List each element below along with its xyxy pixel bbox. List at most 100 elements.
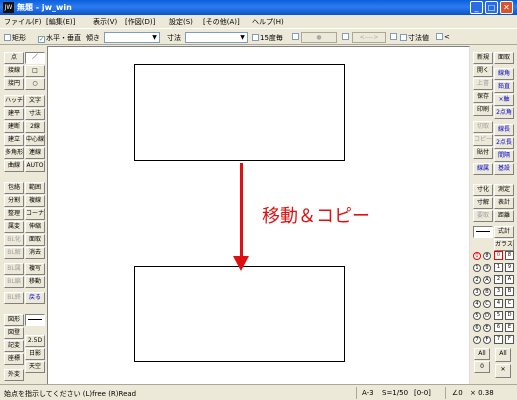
tool-plan[interactable]: 建平 xyxy=(4,108,24,120)
snap-button-1[interactable]: ● xyxy=(301,32,337,43)
line-sample[interactable] xyxy=(473,226,493,238)
group-x-button[interactable]: ✕ xyxy=(495,364,511,378)
menu-settings[interactable]: 設定(S) xyxy=(169,17,193,27)
btn-table-calc[interactable]: 表計 xyxy=(494,197,514,209)
rect-checkbox[interactable]: 矩形 xyxy=(4,33,26,43)
layer-4-circle[interactable]: 4 xyxy=(473,300,481,308)
layer-3-circle[interactable]: 3 xyxy=(473,288,481,296)
tool-cleanup[interactable]: 整理 xyxy=(4,208,24,220)
angle-indicator[interactable]: ∠0 xyxy=(452,389,463,397)
line-type-selector[interactable] xyxy=(25,314,45,326)
btn-save[interactable]: 保存 xyxy=(473,91,493,103)
tool-block-edit[interactable]: BL編 xyxy=(4,276,24,288)
tool-range[interactable]: 範囲 xyxy=(25,182,45,194)
tool-auto[interactable]: AUTO xyxy=(25,160,45,172)
layer-zero-button[interactable]: 0 xyxy=(474,361,490,373)
btn-spacing[interactable]: 間隔 xyxy=(494,150,514,162)
tool-offset[interactable]: 複線 xyxy=(25,195,45,207)
layer-b-square[interactable]: B xyxy=(505,287,514,296)
layer-0-circle[interactable]: 0 xyxy=(473,252,481,260)
layer-6-square[interactable]: 6 xyxy=(494,323,503,332)
lt-checkbox[interactable]: < xyxy=(436,33,450,41)
tool-point[interactable]: 点 xyxy=(4,52,24,64)
tool-dimension[interactable]: 寸法 xyxy=(25,108,45,120)
tool-2-5d[interactable]: 2.5D xyxy=(25,335,45,347)
tool-hatch[interactable]: ハッチ xyxy=(4,95,24,107)
layer-a-square[interactable]: A xyxy=(505,275,514,284)
source-rectangle[interactable] xyxy=(134,64,345,161)
layer-0-square[interactable]: 0 xyxy=(494,251,503,260)
btn-glass[interactable]: ガラス xyxy=(494,239,514,251)
copied-rectangle[interactable] xyxy=(134,266,345,362)
layer-9-square[interactable]: 9 xyxy=(505,263,514,272)
tool-double-line[interactable]: 2線 xyxy=(25,121,45,133)
layer-1-circle[interactable]: 1 xyxy=(473,264,481,272)
tool-envelope[interactable]: 包絡 xyxy=(4,182,24,194)
btn-base-set[interactable]: 基設 xyxy=(494,163,514,175)
layer-7-square[interactable]: 7 xyxy=(494,335,503,344)
tool-polyline[interactable]: 連線 xyxy=(25,147,45,159)
layer-3-square[interactable]: 3 xyxy=(494,287,503,296)
btn-distance[interactable]: 距離 xyxy=(494,210,514,222)
btn-measure[interactable]: 測定 xyxy=(494,184,514,196)
tool-curve[interactable]: 曲線 xyxy=(4,160,24,172)
btn-dim-explode[interactable]: 寸解 xyxy=(473,197,493,209)
btn-line-angle[interactable]: 線角 xyxy=(494,68,514,80)
btn-cut[interactable]: 切取 xyxy=(473,121,493,133)
tool-stretch[interactable]: 伸縮 xyxy=(25,221,45,233)
close-button[interactable]: ✕ xyxy=(500,1,513,14)
layer-9-circle[interactable]: 9 xyxy=(483,264,491,272)
zoom-indicator[interactable]: × 0.38 xyxy=(470,389,494,397)
snap-button-2[interactable]: <----> xyxy=(352,32,386,43)
tool-block-end[interactable]: BL終 xyxy=(4,292,24,304)
tool-erase[interactable]: 消去 xyxy=(25,247,45,259)
btn-line-length[interactable]: 線長 xyxy=(494,124,514,136)
tool-corner[interactable]: コーナー xyxy=(25,208,45,220)
hv-checkbox[interactable]: ✓ 水平・垂直 xyxy=(38,33,81,43)
layer-a-circle[interactable]: A xyxy=(483,276,491,284)
layer-e-square[interactable]: E xyxy=(505,323,514,332)
group-all-button[interactable]: All xyxy=(495,348,511,362)
btn-disabled[interactable]: 要取 xyxy=(473,210,493,222)
btn-fillet[interactable]: 面取 xyxy=(494,52,514,64)
btn-line-attr[interactable]: 線属 xyxy=(473,163,493,175)
layer-c-square[interactable]: C xyxy=(505,299,514,308)
btn-overwrite[interactable]: 上書 xyxy=(473,78,493,90)
tool-centerline[interactable]: 中心線 xyxy=(25,134,45,146)
menu-edit[interactable]: [編集(E)] xyxy=(46,17,75,27)
layer-5-square[interactable]: 5 xyxy=(494,311,503,320)
layer-2-square[interactable]: 2 xyxy=(494,275,503,284)
layer-8-circle[interactable]: 8 xyxy=(483,252,491,260)
tool-divide[interactable]: 分割 xyxy=(4,195,24,207)
menu-view[interactable]: 表示(V) xyxy=(93,17,117,27)
dim-combo[interactable]: ▼ xyxy=(185,32,248,43)
tool-line[interactable]: ／ xyxy=(25,52,45,64)
btn-2pt-angle[interactable]: 2点角 xyxy=(494,107,514,119)
tool-external-change[interactable]: 外変 xyxy=(4,369,24,381)
layer-f-square[interactable]: F xyxy=(505,335,514,344)
layer-all-button[interactable]: All xyxy=(474,348,490,360)
tool-section[interactable]: 建断 xyxy=(4,121,24,133)
dimval-checkbox[interactable]: 寸法値 xyxy=(400,33,429,43)
tool-coordinates[interactable]: 座標 xyxy=(4,353,24,365)
menu-file[interactable]: ファイル(F) xyxy=(4,17,42,27)
btn-dim-make[interactable]: 寸化 xyxy=(473,184,493,196)
tool-shadow[interactable]: 日影 xyxy=(25,348,45,360)
tool-rectangle[interactable]: □ xyxy=(25,65,45,77)
maximize-button[interactable]: □ xyxy=(485,1,498,14)
btn-open[interactable]: 開く xyxy=(473,65,493,77)
paper-size[interactable]: A-3 xyxy=(362,389,374,397)
btn-2pt-length[interactable]: 2点長 xyxy=(494,137,514,149)
btn-paste[interactable]: 貼付 xyxy=(473,147,493,159)
menu-draw[interactable]: [作図(D)] xyxy=(125,17,155,27)
slope-combo[interactable]: ▼ xyxy=(104,32,160,43)
tool-text[interactable]: 文字 xyxy=(25,95,45,107)
tool-block-attr[interactable]: BL属 xyxy=(4,263,24,275)
btn-formula[interactable]: 式計 xyxy=(494,226,514,238)
tool-move[interactable]: 移動 xyxy=(25,276,45,288)
btn-x-axis[interactable]: ×軸 xyxy=(494,94,514,106)
tool-symbol-change[interactable]: 記変 xyxy=(4,340,24,352)
tool-block-make[interactable]: BL化 xyxy=(4,234,24,246)
layer-2-circle[interactable]: 2 xyxy=(473,276,481,284)
btn-vertical[interactable]: 鉛直 xyxy=(494,81,514,93)
